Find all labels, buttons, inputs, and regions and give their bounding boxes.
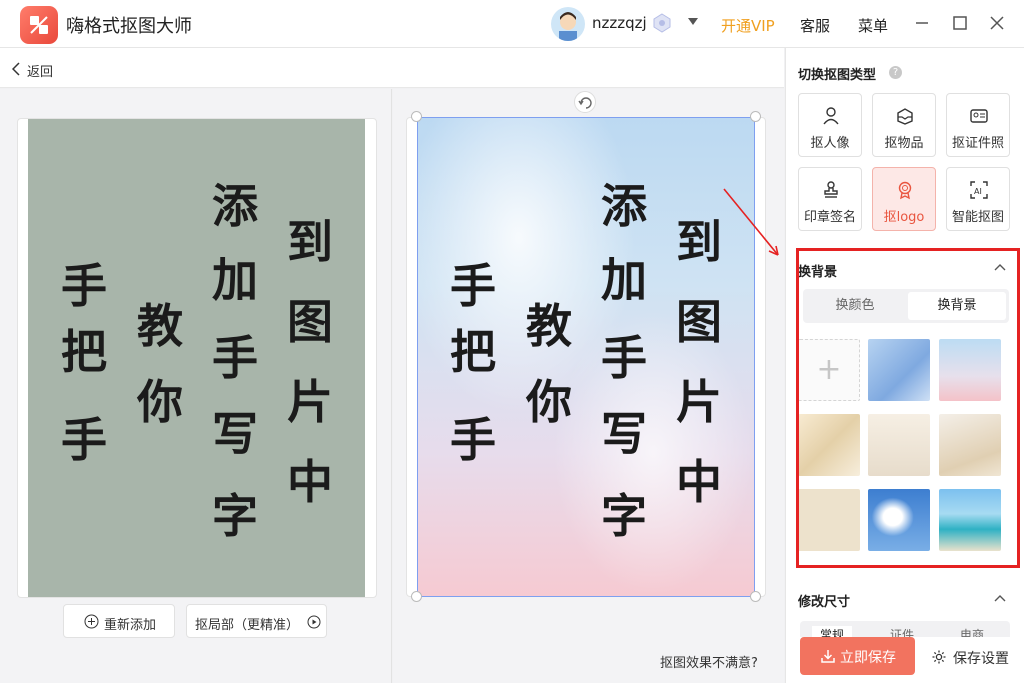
person-icon xyxy=(823,107,839,125)
menu-link[interactable]: 菜单 xyxy=(858,15,888,36)
hw-char: 添 xyxy=(601,179,647,233)
hw-char: 手 xyxy=(212,331,258,385)
minimize-icon[interactable] xyxy=(913,14,931,32)
level-badge-icon xyxy=(653,13,671,33)
size-section-title: 修改尺寸 xyxy=(798,595,851,610)
download-icon xyxy=(821,650,835,663)
hw-char: 中 xyxy=(287,455,333,509)
hw-char: 你 xyxy=(526,375,572,429)
resize-handle-br[interactable] xyxy=(750,591,761,602)
highlight-box xyxy=(796,248,1020,568)
hw-char: 字 xyxy=(212,489,258,543)
customer-service-link[interactable]: 客服 xyxy=(800,15,830,36)
back-button[interactable]: 返回 xyxy=(27,61,53,80)
hw-char: 加 xyxy=(212,253,258,307)
plus-circle-icon xyxy=(84,614,99,629)
type-label: 智能抠图 xyxy=(951,210,1004,225)
hw-char: 片 xyxy=(676,375,722,429)
rotate-icon xyxy=(578,97,592,109)
size-tabs: 常规 证件 电商 xyxy=(800,621,1010,637)
gear-icon xyxy=(932,650,946,664)
resize-handle-bl[interactable] xyxy=(411,591,422,602)
unsatisfied-link[interactable]: 抠图效果不满意? xyxy=(660,652,758,671)
tab-size-id[interactable]: 证件 xyxy=(890,626,914,637)
hw-char: 教 xyxy=(137,299,183,353)
type-smart-button[interactable]: AI 智能抠图 xyxy=(946,167,1010,231)
hw-char: 中 xyxy=(676,455,722,509)
avatar[interactable] xyxy=(551,7,585,41)
re-add-button[interactable]: 重新添加 xyxy=(63,604,175,638)
type-idphoto-button[interactable]: 抠证件照 xyxy=(946,93,1010,157)
hw-char: 到 xyxy=(287,215,333,269)
title-bar: 嗨格式抠图大师 nzzzqzj 开通VIP 客服 菜单 xyxy=(0,0,1024,48)
type-label: 抠物品 xyxy=(884,136,924,151)
box-icon xyxy=(897,108,913,125)
help-icon[interactable]: ? xyxy=(889,66,902,79)
username[interactable]: nzzzqzj xyxy=(592,14,647,32)
type-logo-button[interactable]: 抠logo xyxy=(872,167,936,231)
save-now-button[interactable]: 立即保存 xyxy=(800,637,915,675)
chevron-up-icon[interactable] xyxy=(994,594,1006,602)
hw-char: 把 xyxy=(450,325,496,379)
hw-char: 手 xyxy=(61,413,107,467)
hw-char: 写 xyxy=(601,407,647,461)
hw-char: 添 xyxy=(212,179,258,233)
ai-icon: AI xyxy=(970,181,988,199)
rotate-handle[interactable] xyxy=(574,91,596,113)
type-label: 印章签名 xyxy=(803,210,856,225)
app-logo xyxy=(20,6,58,44)
type-stamp-button[interactable]: 印章签名 xyxy=(798,167,862,231)
resize-handle-tr[interactable] xyxy=(750,111,761,122)
hw-char: 把 xyxy=(61,325,107,379)
hw-char: 手 xyxy=(450,413,496,467)
tab-size-regular[interactable]: 常规 xyxy=(812,626,853,637)
badge-icon xyxy=(898,181,912,200)
stamp-icon xyxy=(824,181,838,198)
type-label: 抠人像 xyxy=(810,136,850,151)
back-bar xyxy=(0,48,784,88)
type-label: 抠logo xyxy=(883,210,925,225)
hw-char: 手 xyxy=(61,259,107,313)
app-title: 嗨格式抠图大师 xyxy=(66,16,192,37)
hw-char: 你 xyxy=(137,375,183,429)
hw-char: 片 xyxy=(287,375,333,429)
hw-char: 写 xyxy=(212,407,258,461)
chevron-left-icon[interactable] xyxy=(12,62,20,76)
local-cutout-button[interactable]: 抠局部（更精准） xyxy=(186,604,327,638)
hw-char: 加 xyxy=(601,253,647,307)
close-icon[interactable] xyxy=(988,14,1006,32)
hw-char: 图 xyxy=(676,295,722,349)
user-dropdown-icon[interactable] xyxy=(688,18,698,25)
type-label: 抠证件照 xyxy=(951,136,1004,151)
save-now-label: 立即保存 xyxy=(840,650,896,666)
tab-size-ecom[interactable]: 电商 xyxy=(960,626,984,637)
type-section-title: 切换抠图类型 xyxy=(798,68,877,83)
re-add-label: 重新添加 xyxy=(104,618,157,633)
type-object-button[interactable]: 抠物品 xyxy=(872,93,936,157)
id-card-icon xyxy=(970,109,988,123)
resize-handle-tl[interactable] xyxy=(411,111,422,122)
hw-char: 手 xyxy=(450,259,496,313)
vip-link[interactable]: 开通VIP xyxy=(721,15,775,36)
svg-text:AI: AI xyxy=(974,187,982,196)
local-cutout-label: 抠局部（更精准） xyxy=(195,618,300,633)
hw-char: 字 xyxy=(601,489,647,543)
maximize-icon[interactable] xyxy=(951,14,969,32)
save-settings-label: 保存设置 xyxy=(953,651,1009,667)
hw-char: 教 xyxy=(526,299,572,353)
hw-char: 手 xyxy=(601,331,647,385)
annotation-arrow xyxy=(723,188,779,256)
hw-char: 图 xyxy=(287,295,333,349)
play-circle-icon xyxy=(307,615,321,629)
type-portrait-button[interactable]: 抠人像 xyxy=(798,93,862,157)
